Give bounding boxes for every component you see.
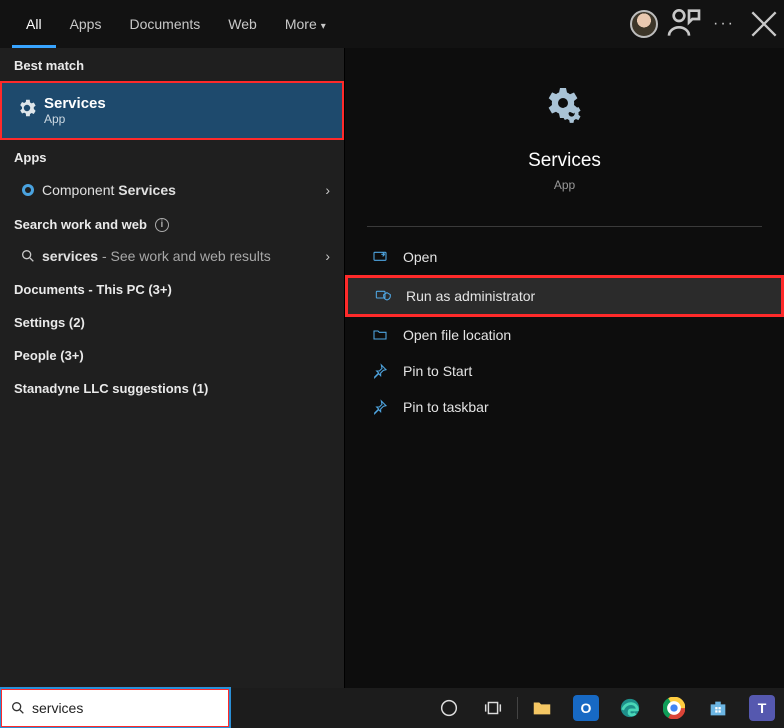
action-pin-to-start[interactable]: Pin to Start [345, 353, 784, 389]
taskbar-search[interactable] [0, 688, 230, 728]
taskbar: O T [0, 688, 784, 728]
open-icon [371, 249, 389, 265]
preview-title: Services [528, 150, 601, 172]
best-match-title: Services [44, 95, 106, 112]
divider [367, 226, 762, 227]
best-match-item[interactable]: Services App [0, 81, 344, 140]
tab-documents[interactable]: Documents [115, 0, 214, 48]
cortana-icon[interactable] [427, 688, 471, 728]
tab-apps[interactable]: Apps [56, 0, 116, 48]
outlook-icon[interactable]: O [564, 688, 608, 728]
search-input[interactable] [32, 700, 220, 716]
action-run-as-admin[interactable]: Run as administrator [345, 275, 784, 317]
tab-all[interactable]: All [12, 0, 56, 48]
info-icon: i [155, 218, 169, 232]
search-icon [10, 700, 26, 716]
apps-header: Apps [0, 140, 344, 173]
teams-icon[interactable]: T [740, 688, 784, 728]
close-icon[interactable] [744, 0, 784, 48]
edge-icon[interactable] [608, 688, 652, 728]
store-icon[interactable] [696, 688, 740, 728]
result-component-services[interactable]: Component Services › [0, 173, 344, 207]
result-web-services[interactable]: services - See work and web results › [0, 240, 344, 272]
file-explorer-icon[interactable] [520, 688, 564, 728]
services-large-icon [541, 86, 589, 134]
preview-sub: App [554, 178, 575, 192]
documents-group[interactable]: Documents - This PC (3+) [0, 272, 344, 305]
action-pin-to-taskbar[interactable]: Pin to taskbar [345, 389, 784, 425]
suggestions-group[interactable]: Stanadyne LLC suggestions (1) [0, 371, 344, 404]
settings-group[interactable]: Settings (2) [0, 305, 344, 338]
best-match-sub: App [44, 112, 106, 126]
chevron-right-icon: › [325, 248, 330, 264]
user-avatar[interactable] [624, 0, 664, 48]
chrome-icon[interactable] [652, 688, 696, 728]
results-panel: Best match Services App Apps Component S… [0, 48, 344, 688]
task-view-icon[interactable] [471, 688, 515, 728]
chevron-right-icon: › [325, 182, 330, 198]
pin-icon [371, 363, 389, 379]
folder-icon [371, 327, 389, 343]
component-services-icon [14, 181, 42, 199]
action-open-file-location[interactable]: Open file location [345, 317, 784, 353]
action-open[interactable]: Open [345, 239, 784, 275]
search-web-header: Search work and web i [0, 207, 344, 240]
people-group[interactable]: People (3+) [0, 338, 344, 371]
preview-panel: Services App Open Run as administrator O… [344, 48, 784, 688]
tab-more[interactable]: More▾ [271, 0, 340, 48]
services-gear-icon [16, 97, 38, 119]
tab-web[interactable]: Web [214, 0, 271, 48]
search-icon [14, 248, 42, 264]
feedback-icon[interactable] [664, 0, 704, 48]
more-options-icon[interactable]: ··· [704, 0, 744, 48]
best-match-header: Best match [0, 48, 344, 81]
pin-icon [371, 399, 389, 415]
search-tabs: All Apps Documents Web More▾ ··· [0, 0, 784, 48]
shield-run-icon [374, 288, 392, 304]
chevron-down-icon: ▾ [321, 21, 326, 32]
